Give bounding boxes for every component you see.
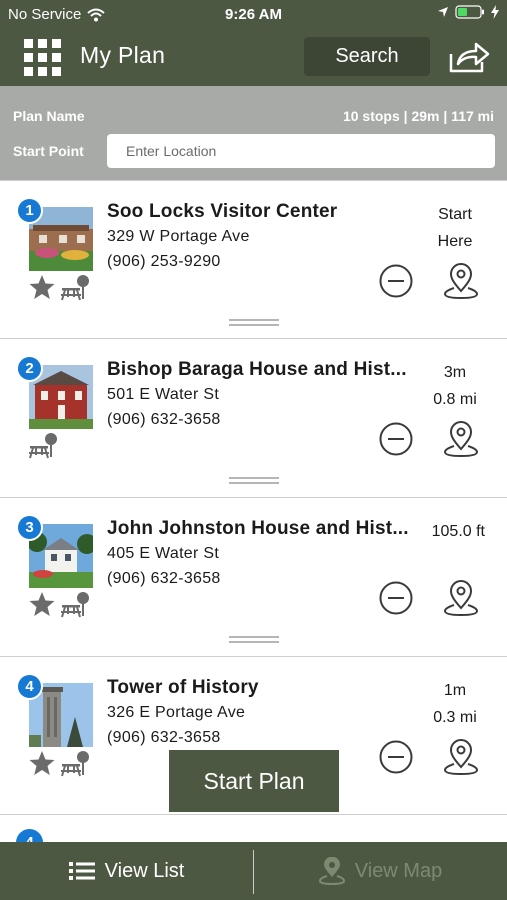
stop-name[interactable]: Bishop Baraga House and Hist... xyxy=(107,359,419,381)
stop-number-badge: 1 xyxy=(16,197,43,224)
drag-handle[interactable] xyxy=(229,477,279,485)
map-pin-icon[interactable] xyxy=(442,419,480,459)
drag-handle[interactable] xyxy=(229,319,279,327)
stop-distance: 105.0 ft xyxy=(431,523,485,540)
picnic-icon xyxy=(29,433,57,459)
amenity-icons xyxy=(28,273,90,301)
stop-name[interactable]: Soo Locks Visitor Center xyxy=(107,201,419,223)
stop-card-partial[interactable]: 4 xyxy=(0,814,507,844)
stop-card[interactable]: 2 Bishop Baraga House and Hist... 501 E … xyxy=(0,338,507,496)
charging-bolt-icon xyxy=(491,5,499,19)
location-arrow-icon xyxy=(438,7,448,17)
stop-phone[interactable]: (906) 632-3658 xyxy=(107,411,221,429)
remove-stop-icon[interactable] xyxy=(379,740,413,774)
stop-number-badge: 4 xyxy=(16,673,43,700)
tab-view-map[interactable]: View Map xyxy=(254,842,507,900)
tab-view-list-label: View List xyxy=(104,859,185,882)
stop-phone[interactable]: (906) 253-9290 xyxy=(107,253,221,271)
bottom-tab-bar: View List View Map xyxy=(0,842,507,900)
search-button[interactable]: Search xyxy=(304,37,430,76)
start-plan-button[interactable]: Start Plan xyxy=(169,750,339,812)
map-marker-icon xyxy=(318,857,345,885)
remove-stop-icon[interactable] xyxy=(379,422,413,456)
tab-view-map-label: View Map xyxy=(354,859,443,882)
picnic-icon xyxy=(61,275,89,301)
stop-address: 501 E Water St xyxy=(107,386,220,403)
amenity-icons xyxy=(28,749,90,777)
stop-time: Start xyxy=(438,206,472,223)
picnic-icon xyxy=(61,751,89,777)
list-icon xyxy=(68,862,95,880)
stop-distance: 0.8 mi xyxy=(433,391,477,408)
page-title: My Plan xyxy=(80,42,166,68)
amenity-icons xyxy=(28,590,90,618)
stop-name[interactable]: John Johnston House and Hist... xyxy=(107,518,419,540)
share-icon[interactable] xyxy=(448,40,490,74)
map-pin-icon[interactable] xyxy=(442,578,480,618)
stop-card[interactable]: 1 Soo Locks Visitor Center 329 W Portage… xyxy=(0,180,507,338)
map-pin-icon[interactable] xyxy=(442,737,480,777)
stop-address: 405 E Water St xyxy=(107,545,220,562)
clock: 9:26 AM xyxy=(225,6,282,23)
tab-view-list[interactable]: View List xyxy=(0,842,253,900)
stop-distance: 0.3 mi xyxy=(433,709,477,726)
status-bar: No Service 9:26 AM xyxy=(0,0,507,30)
stop-address: 329 W Portage Ave xyxy=(107,228,250,245)
battery-icon xyxy=(455,5,484,19)
start-point-label: Start Point xyxy=(13,143,84,159)
stop-time: 3m xyxy=(443,364,467,381)
status-right xyxy=(437,5,499,19)
plan-info-bar: Plan Name 10 stops | 29m | 117 mi Start … xyxy=(0,86,507,180)
stop-card[interactable]: 3 John Johnston House and Hist... 405 E … xyxy=(0,497,507,655)
plan-name-label[interactable]: Plan Name xyxy=(13,108,85,124)
stop-number-badge: 2 xyxy=(16,355,43,382)
picnic-icon xyxy=(61,592,89,618)
stop-address: 326 E Portage Ave xyxy=(107,704,246,721)
star-icon xyxy=(29,275,55,299)
stop-number-badge: 3 xyxy=(16,514,43,541)
remove-stop-icon[interactable] xyxy=(379,581,413,615)
app-header: My Plan Search xyxy=(0,30,507,86)
stop-name[interactable]: Tower of History xyxy=(107,677,419,699)
stop-time: 1m xyxy=(443,682,467,699)
plan-stats: 10 stops | 29m | 117 mi xyxy=(342,108,494,124)
menu-grid-icon[interactable] xyxy=(24,39,62,77)
stop-distance: Here xyxy=(437,233,473,250)
map-pin-icon[interactable] xyxy=(442,261,480,301)
amenity-icons xyxy=(28,431,58,459)
drag-handle[interactable] xyxy=(229,636,279,644)
start-point-input[interactable] xyxy=(107,134,495,168)
star-icon xyxy=(29,751,55,775)
remove-stop-icon[interactable] xyxy=(379,264,413,298)
stop-phone[interactable]: (906) 632-3658 xyxy=(107,570,221,588)
star-icon xyxy=(29,592,55,616)
stop-phone[interactable]: (906) 632-3658 xyxy=(107,729,221,747)
